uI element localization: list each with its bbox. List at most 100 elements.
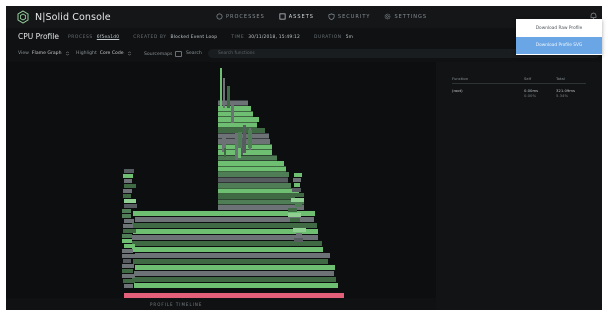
main-nav: PROCESSES ASSETS SECURITY SETTINGS (216, 13, 427, 20)
flame-frame[interactable] (124, 184, 136, 188)
flame-frame[interactable] (290, 218, 300, 222)
flame-graph[interactable] (6, 62, 436, 298)
flame-frame[interactable] (248, 130, 252, 148)
flame-frame[interactable] (235, 133, 238, 160)
profile-toolbar: View Flame Graph Highlight Core Code Sou… (6, 48, 602, 60)
flame-frame[interactable] (122, 209, 131, 213)
flame-frame[interactable] (218, 166, 286, 172)
download-profile-svg-item[interactable]: Download Profile SVG (516, 37, 602, 54)
flame-frame[interactable] (135, 217, 314, 222)
flame-frame[interactable] (122, 239, 132, 243)
flame-frame[interactable] (132, 277, 336, 282)
flame-frame[interactable] (122, 269, 133, 273)
flame-frame[interactable] (288, 208, 297, 212)
flame-frame[interactable] (123, 194, 131, 198)
flame-frame[interactable] (218, 155, 277, 161)
flame-frame[interactable] (132, 241, 322, 246)
flame-frame[interactable] (224, 148, 226, 157)
flame-frame[interactable] (218, 188, 299, 194)
flame-frame[interactable] (238, 132, 242, 148)
flame-frame[interactable] (218, 122, 257, 128)
flame-frame[interactable] (122, 264, 134, 268)
flame-frame[interactable] (292, 193, 304, 197)
flame-frame[interactable] (291, 198, 304, 202)
flame-frame[interactable] (218, 177, 288, 183)
view-label: View (18, 51, 29, 56)
column-header-self: Self (524, 76, 532, 81)
flame-frame[interactable] (218, 183, 291, 188)
download-raw-profile-item[interactable]: Download Raw Profile (516, 20, 602, 37)
sourcemaps-toggle[interactable]: Sourcemaps (144, 51, 183, 57)
flame-frame[interactable] (293, 178, 301, 182)
flame-frame[interactable] (220, 68, 222, 108)
flame-frame[interactable] (134, 283, 338, 288)
flame-frame[interactable] (132, 247, 323, 252)
top-nav: N|Solid Console PROCESSES ASSETS SECURIT… (6, 6, 602, 28)
sourcemaps-checkbox[interactable] (175, 51, 183, 57)
flame-frame[interactable] (288, 213, 301, 217)
flame-frame-root[interactable] (124, 293, 344, 298)
process-link[interactable]: 6f5ea1d0 (97, 35, 120, 40)
flame-frame[interactable] (122, 254, 135, 258)
flame-frame[interactable] (218, 194, 295, 199)
flame-frame[interactable] (227, 86, 230, 108)
flame-frame[interactable] (294, 183, 300, 187)
nav-item-processes[interactable]: PROCESSES (216, 13, 265, 20)
nav-item-security[interactable]: SECURITY (328, 13, 371, 20)
flame-frame[interactable] (124, 284, 133, 288)
flame-frame[interactable] (124, 244, 135, 248)
flame-frame[interactable] (122, 234, 132, 238)
highlight-select[interactable]: Highlight Core Code (76, 51, 132, 56)
flame-frame[interactable] (294, 238, 303, 242)
table-row[interactable]: (root) 0.00ms 0.00% 321.09ms 5.34% (452, 88, 586, 102)
flame-frame[interactable] (124, 204, 137, 208)
flame-frame[interactable] (133, 259, 328, 264)
nav-item-settings[interactable]: SETTINGS (384, 13, 427, 20)
flame-frame[interactable] (218, 106, 251, 111)
flame-frame[interactable] (123, 174, 133, 178)
flame-frame[interactable] (296, 233, 302, 237)
highlight-value: Core Code (99, 51, 124, 56)
flame-frame[interactable] (218, 172, 289, 177)
sourcemaps-label: Sourcemaps (144, 51, 173, 57)
flame-frame[interactable] (292, 188, 301, 192)
flame-frame[interactable] (293, 228, 306, 232)
flame-frame[interactable] (124, 199, 136, 203)
nav-item-assets[interactable]: ASSETS (279, 13, 314, 20)
flame-frame[interactable] (122, 274, 135, 278)
flame-frame[interactable] (124, 179, 132, 183)
flame-frame[interactable] (134, 271, 334, 276)
view-select[interactable]: View Flame Graph (18, 51, 70, 56)
flame-frame[interactable] (295, 203, 302, 207)
flame-frame[interactable] (289, 223, 300, 227)
flame-frame[interactable] (123, 189, 132, 193)
flame-frame[interactable] (133, 211, 315, 216)
chevron-updown-icon (65, 51, 69, 56)
nav-label: SECURITY (337, 13, 371, 20)
flame-frame[interactable] (135, 265, 335, 270)
flame-frame[interactable] (123, 279, 135, 283)
profile-header: CPU Profile PROCESS 6f5ea1d0 CREATED BY … (6, 28, 602, 48)
flame-frame[interactable] (133, 229, 318, 234)
flame-frame[interactable] (123, 229, 136, 233)
processes-icon (216, 13, 223, 20)
flame-frame[interactable] (124, 219, 134, 223)
download-menu: Download Raw Profile Download Profile SV… (516, 19, 602, 55)
process-label: PROCESS (68, 35, 93, 40)
flame-frame[interactable] (218, 161, 284, 166)
flame-frame[interactable] (294, 173, 302, 177)
flame-frame[interactable] (243, 125, 246, 153)
flame-frame[interactable] (218, 111, 253, 117)
flame-frame[interactable] (122, 214, 131, 218)
flame-frame[interactable] (223, 78, 225, 108)
flame-frame[interactable] (218, 117, 259, 122)
profile-meta: PROCESS 6f5ea1d0 CREATED BY Blocked Even… (68, 35, 353, 40)
flame-frame[interactable] (123, 259, 131, 263)
logo[interactable]: N|Solid Console (16, 10, 111, 24)
flame-frame[interactable] (123, 224, 133, 228)
flame-frame[interactable] (124, 169, 134, 173)
flame-frame[interactable] (135, 253, 330, 258)
flame-frame[interactable] (231, 102, 234, 123)
flame-frame[interactable] (122, 249, 133, 253)
flame-frame[interactable] (132, 235, 318, 240)
